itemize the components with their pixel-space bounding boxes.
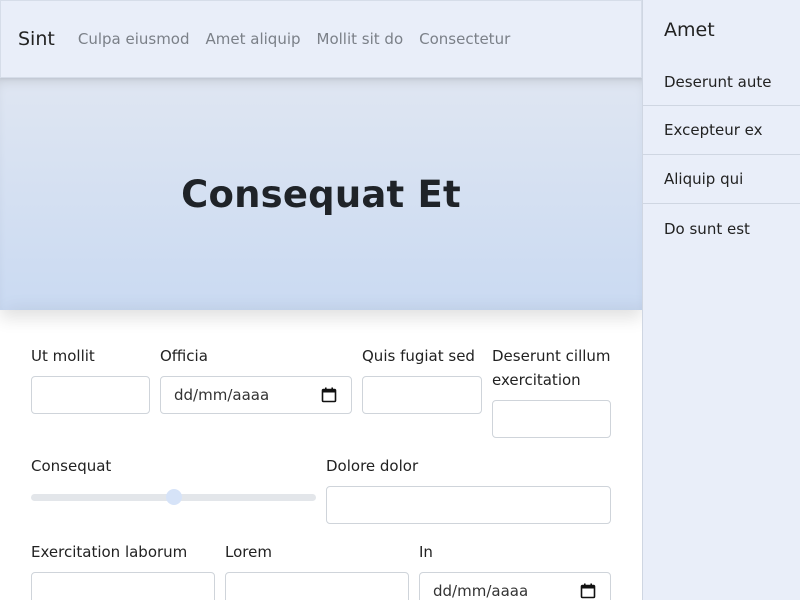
field-label: In xyxy=(419,543,433,561)
hero-title: Consequat Et xyxy=(181,172,461,216)
hero-banner: Consequat Et xyxy=(0,78,642,310)
date-placeholder: dd/mm/aaaa xyxy=(433,582,529,600)
nav-link-mollit-sit-do[interactable]: Mollit sit do xyxy=(317,30,404,48)
calendar-icon[interactable] xyxy=(321,387,337,403)
field-consequat: Consequat xyxy=(31,454,316,509)
field-label: Dolore dolor xyxy=(326,457,419,475)
field-label: Exercitation laborum xyxy=(31,543,188,561)
date-input-in[interactable]: dd/mm/aaaa xyxy=(419,572,611,600)
field-label: Quis fugiat sed xyxy=(362,347,475,365)
text-input-deserunt-cillum[interactable] xyxy=(492,400,611,438)
text-input-ut-mollit[interactable] xyxy=(31,376,150,414)
field-officia: Officia dd/mm/aaaa xyxy=(160,344,352,414)
field-label: Officia xyxy=(160,347,208,365)
field-dolore-dolor: Dolore dolor xyxy=(326,454,611,524)
range-slider-consequat[interactable] xyxy=(31,485,316,509)
text-input-dolore-dolor[interactable] xyxy=(326,486,611,524)
sidebar: Amet Deserunt aute Excepteur ex Aliquip … xyxy=(642,0,800,600)
field-label: Deserunt cillum exercitation xyxy=(492,347,611,389)
navbar-brand[interactable]: Sint xyxy=(18,28,55,50)
sidebar-item-excepteur-ex[interactable]: Excepteur ex xyxy=(643,106,800,155)
range-thumb[interactable] xyxy=(165,489,182,505)
sidebar-item-do-sunt-est[interactable]: Do sunt est xyxy=(643,204,800,253)
field-exercitation-laborum: Exercitation laborum xyxy=(31,540,215,600)
sidebar-item-aliquip-qui[interactable]: Aliquip qui xyxy=(643,155,800,204)
text-input-exercitation-laborum[interactable] xyxy=(31,572,215,600)
date-input-officia[interactable]: dd/mm/aaaa xyxy=(160,376,352,414)
calendar-icon[interactable] xyxy=(580,583,596,599)
field-quis-fugiat-sed: Quis fugiat sed xyxy=(362,344,482,414)
field-in: In dd/mm/aaaa xyxy=(419,540,611,600)
top-navbar: Sint Culpa eiusmod Amet aliquip Mollit s… xyxy=(0,0,642,78)
field-label: Consequat xyxy=(31,457,112,475)
nav-link-culpa-eiusmod[interactable]: Culpa eiusmod xyxy=(78,30,190,48)
sidebar-title: Amet xyxy=(664,19,715,41)
nav-link-amet-aliquip[interactable]: Amet aliquip xyxy=(206,30,301,48)
date-placeholder: dd/mm/aaaa xyxy=(174,386,270,404)
field-lorem: Lorem xyxy=(225,540,409,600)
form-section: Ut mollit Officia dd/mm/aaaa Quis fugiat… xyxy=(0,310,642,600)
field-label: Lorem xyxy=(225,543,272,561)
main-content: Sint Culpa eiusmod Amet aliquip Mollit s… xyxy=(0,0,642,600)
field-label: Ut mollit xyxy=(31,347,95,365)
field-ut-mollit: Ut mollit xyxy=(31,344,150,414)
text-input-lorem[interactable] xyxy=(225,572,409,600)
nav-link-consectetur[interactable]: Consectetur xyxy=(419,30,510,48)
sidebar-item-deserunt-aute[interactable]: Deserunt aute xyxy=(643,57,800,106)
text-input-quis-fugiat-sed[interactable] xyxy=(362,376,482,414)
field-deserunt-cillum: Deserunt cillum exercitation xyxy=(492,344,611,438)
